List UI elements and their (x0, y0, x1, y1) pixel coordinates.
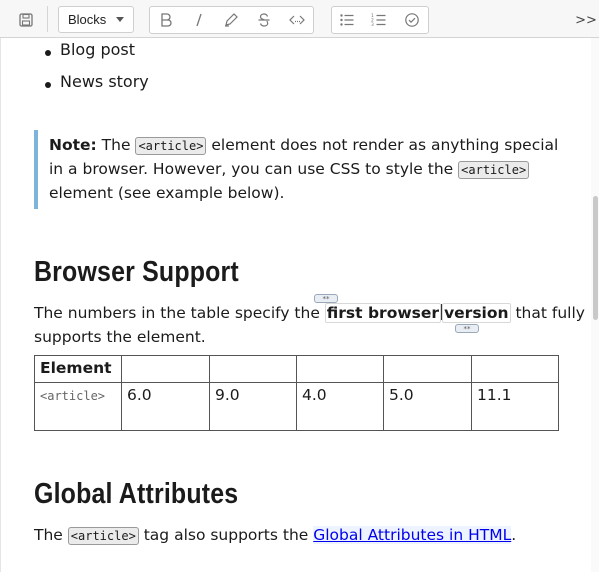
note-text: in a browser. However, you can use CSS t… (49, 160, 459, 178)
table-header-cell (121, 355, 210, 383)
more-options-button[interactable]: >> (575, 7, 597, 33)
cell-code: <article> (40, 389, 106, 403)
inline-code: <article> (135, 137, 207, 155)
bold-text: first browser (324, 303, 442, 323)
editor-content[interactable]: Blog post News story Note: The <article>… (0, 38, 591, 572)
paragraph: The <article> tag also supports the Glob… (34, 526, 517, 545)
italic-icon[interactable] (186, 7, 212, 33)
bold-icon[interactable] (153, 7, 179, 33)
scrollbar-thumb[interactable] (593, 196, 598, 320)
heading-global-attributes: Global Attributes (34, 478, 239, 510)
blocks-dropdown-label: Blocks (68, 12, 107, 27)
table-header-cell (471, 355, 559, 383)
paragraph-text: . (511, 526, 517, 544)
note-line-1: Note: The <article> element does not ren… (49, 136, 559, 155)
paragraph-line-2: supports the element. (34, 328, 206, 346)
strikethrough-icon[interactable] (251, 7, 277, 33)
table-cell: 9.0 (209, 382, 297, 431)
save-icon[interactable] (14, 7, 38, 33)
editor-toolbar: Blocks 123 >> (0, 0, 599, 38)
table-cell: 4.0 (296, 382, 384, 431)
table-header-cell (209, 355, 297, 383)
paragraph-text: The numbers in the table specify the (34, 304, 325, 322)
table-row: <article> 6.0 9.0 4.0 5.0 11.1 (34, 382, 559, 431)
bullet-list-icon[interactable] (333, 7, 361, 33)
note-label: Note: (49, 136, 97, 154)
numbered-list-icon[interactable]: 123 (365, 7, 393, 33)
note-line-2: in a browser. However, you can use CSS t… (49, 160, 530, 179)
paragraph-text: that fully (510, 304, 585, 322)
table-cell: 6.0 (121, 382, 210, 431)
code-icon[interactable] (283, 7, 311, 33)
format-marker-hint: ** (455, 324, 479, 333)
paragraph-text: tag also supports the (138, 526, 314, 544)
chevron-down-icon (116, 17, 124, 22)
list-bullet (45, 50, 51, 56)
inline-code: <article> (458, 161, 530, 179)
blocks-dropdown[interactable]: Blocks (58, 6, 134, 33)
highlight-icon[interactable] (218, 7, 244, 33)
format-marker-hint: ** (314, 294, 338, 303)
more-options-label: >> (575, 12, 597, 28)
list-bullet (45, 82, 51, 88)
table-header-row: Element (34, 355, 559, 383)
paragraph: The numbers in the table specify the fir… (34, 303, 585, 323)
toolbar-separator (47, 6, 48, 32)
checklist-icon[interactable] (398, 7, 426, 33)
inline-code: <article> (67, 527, 139, 545)
heading-browser-support: Browser Support (34, 256, 239, 288)
table-header-cell (296, 355, 384, 383)
svg-text:3: 3 (371, 22, 374, 28)
table-cell: 5.0 (383, 382, 472, 431)
bold-text: version (442, 303, 511, 323)
note-text: element (see example below). (49, 184, 285, 202)
table-cell: <article> (34, 382, 122, 431)
paragraph-text: The (34, 526, 68, 544)
global-attributes-link[interactable]: Global Attributes in HTML (313, 526, 512, 544)
note-text: element does not render as anything spec… (206, 136, 559, 154)
table-header-cell: Element (34, 355, 122, 383)
note-text: The (96, 136, 136, 154)
table-header-cell (383, 355, 472, 383)
list-item: Blog post (60, 40, 136, 59)
table-cell: 11.1 (471, 382, 559, 431)
browser-support-table: Element <article> 6.0 9.0 4.0 5.0 11.1 (34, 355, 559, 431)
list-item: News story (60, 72, 149, 91)
note-line-3: element (see example below). (49, 184, 284, 202)
